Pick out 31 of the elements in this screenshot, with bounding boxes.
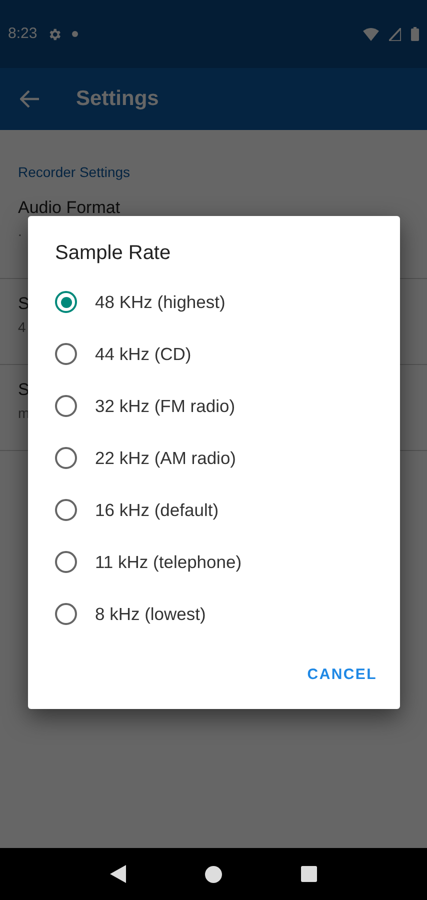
radio-button[interactable] [55, 395, 77, 417]
radio-option[interactable]: 44 kHz (CD) [28, 328, 400, 380]
dot-icon [72, 31, 78, 37]
category-header: Recorder Settings [17, 163, 132, 182]
radio-button[interactable] [55, 499, 77, 521]
battery-icon [411, 27, 419, 41]
radio-option[interactable]: 22 kHz (AM radio) [28, 432, 400, 484]
screen-title: Settings [76, 86, 159, 112]
radio-option[interactable]: 48 KHz (highest) [28, 276, 400, 328]
radio-button[interactable] [55, 291, 77, 313]
recents-icon[interactable] [301, 866, 318, 882]
wifi-icon [363, 28, 379, 40]
radio-button[interactable] [55, 343, 77, 365]
radio-button[interactable] [55, 603, 77, 625]
radio-option[interactable]: 16 kHz (default) [28, 484, 400, 536]
status-time: 8:23 [8, 24, 38, 44]
back-icon[interactable] [110, 865, 126, 883]
radio-button[interactable] [55, 551, 77, 573]
item-title: S [18, 293, 30, 315]
home-icon[interactable] [204, 866, 222, 882]
radio-option[interactable]: 8 kHz (lowest) [28, 588, 400, 640]
radio-option[interactable]: 32 kHz (FM radio) [28, 380, 400, 432]
radio-option[interactable]: 11 kHz (telephone) [28, 536, 400, 588]
radio-button[interactable] [55, 447, 77, 469]
dialog-title: Sample Rate [54, 241, 172, 266]
item-summary: . [18, 222, 22, 240]
item-title: S [18, 379, 30, 401]
signal-icon [389, 28, 401, 40]
item-title: Audio Format [18, 197, 120, 219]
cancel-button[interactable]: CANCEL [298, 656, 386, 694]
settings-icon [47, 26, 62, 42]
